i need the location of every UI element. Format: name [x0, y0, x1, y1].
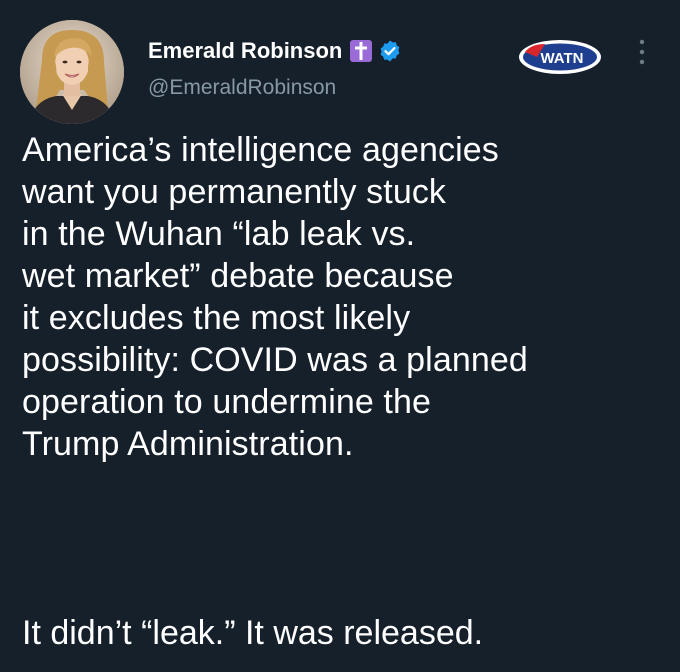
latin-cross-icon: [350, 40, 373, 62]
tweet-line: operation to undermine the: [22, 383, 431, 421]
tweet-line: possibility: COVID was a planned: [22, 341, 528, 379]
author-name-row: Emerald Robinson: [148, 36, 402, 66]
tweet-line: wet market” debate because: [22, 257, 454, 295]
watn-logo: WATN: [517, 38, 603, 76]
watn-logo-text: WATN: [540, 50, 583, 67]
tweet-final-line: It didn’t “leak.” It was released.: [22, 614, 484, 652]
verified-badge-icon: [378, 39, 402, 63]
avatar[interactable]: [20, 20, 124, 124]
tweet-line: Trump Administration.: [22, 425, 354, 463]
tweet-line: in the Wuhan “lab leak vs.: [22, 215, 416, 253]
tweet-body: America’s intelligence agencies want you…: [22, 129, 662, 465]
tweet-line: America’s intelligence agencies: [22, 131, 499, 169]
tweet-line: it excludes the most likely: [22, 299, 411, 337]
more-options-icon[interactable]: [632, 36, 652, 68]
author-handle[interactable]: @EmeraldRobinson: [148, 76, 336, 100]
avatar-image: [20, 20, 124, 124]
author-display-name[interactable]: Emerald Robinson: [148, 38, 342, 64]
tweet-card: Emerald Robinson @EmeraldRobinson WATN A…: [0, 0, 680, 672]
tweet-line: want you permanently stuck: [22, 173, 447, 211]
